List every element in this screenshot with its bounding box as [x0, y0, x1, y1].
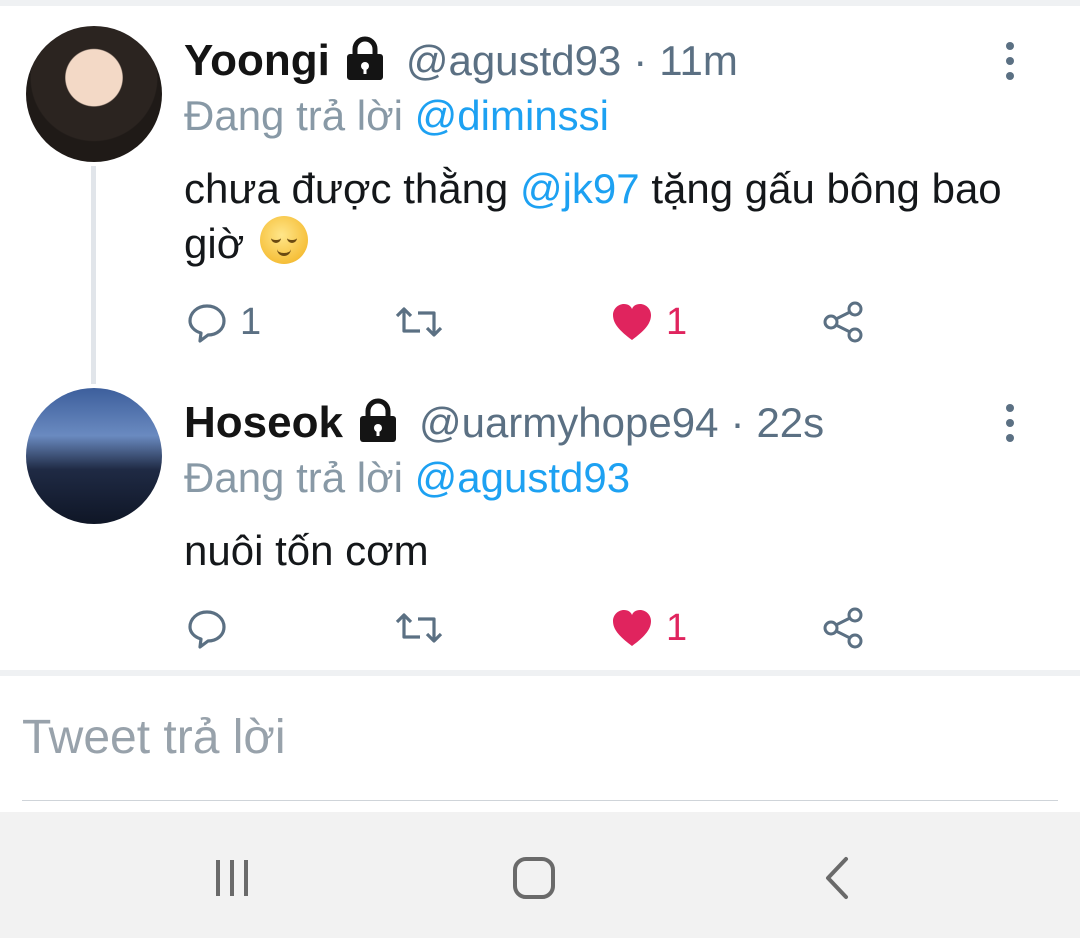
tweet-text: chưa được thằng @jk97 tặng gấu bông bao …: [184, 162, 1044, 271]
replying-to-mention[interactable]: @agustd93: [415, 454, 630, 501]
replying-to-mention[interactable]: @diminssi: [415, 92, 609, 139]
like-count: 1: [666, 606, 688, 649]
reply-button[interactable]: 1: [186, 292, 261, 352]
separator: ·: [730, 399, 745, 446]
tweet-header: Yoongi @agustd93 · 11m: [184, 31, 738, 91]
tweet-header: Hoseok @uarmyhope94 · 22s: [184, 393, 824, 453]
reply-count: 1: [240, 300, 262, 343]
share-button[interactable]: [822, 598, 866, 658]
tweet-actions: 1: [184, 598, 884, 658]
share-icon: [823, 301, 863, 343]
retweet-button[interactable]: [394, 598, 456, 658]
separator: ·: [633, 37, 648, 84]
tweet-text-mention[interactable]: @jk97: [520, 165, 640, 212]
recent-apps-button[interactable]: [202, 850, 262, 906]
home-button[interactable]: [504, 850, 564, 906]
top-divider: [0, 0, 1080, 6]
like-button[interactable]: 1: [610, 598, 687, 658]
heart-icon: [613, 610, 651, 646]
reply-icon: [188, 610, 226, 649]
avatar[interactable]: [26, 26, 162, 162]
replying-to-label: Đang trả lời: [184, 454, 403, 501]
system-navigation-bar: [0, 812, 1080, 938]
replying-to-label: Đang trả lời: [184, 92, 403, 139]
reply-icon: [188, 304, 226, 343]
handle[interactable]: @uarmyhope94: [419, 399, 718, 447]
like-count: 1: [666, 300, 688, 343]
handle[interactable]: @agustd93: [406, 37, 621, 85]
timestamp[interactable]: 22s: [756, 399, 824, 447]
display-name[interactable]: Hoseok: [184, 398, 343, 448]
heart-icon: [613, 304, 651, 340]
share-button[interactable]: [822, 292, 866, 352]
retweet-icon: [395, 307, 443, 337]
back-button[interactable]: [808, 850, 868, 906]
more-options-icon[interactable]: [1000, 42, 1020, 80]
more-options-icon[interactable]: [1000, 404, 1020, 442]
lock-icon: [342, 36, 388, 87]
home-icon: [513, 857, 555, 899]
avatar[interactable]: [26, 388, 162, 524]
lock-icon: [355, 398, 401, 449]
retweet-icon: [395, 613, 443, 643]
like-button[interactable]: 1: [610, 292, 687, 352]
display-name[interactable]: Yoongi: [184, 36, 330, 86]
recent-apps-icon: [216, 860, 248, 896]
reply-tweet-input[interactable]: Tweet trả lời: [22, 702, 1058, 801]
tweet-text: nuôi tốn cơm: [184, 527, 429, 574]
tweet-actions: 1 1: [184, 292, 884, 352]
share-icon: [823, 607, 863, 649]
thread-line: [91, 166, 96, 384]
back-icon: [826, 857, 848, 899]
tweet-text-part: chưa được thằng: [184, 165, 509, 212]
replying-to: Đang trả lời @diminssi: [184, 92, 609, 140]
retweet-button[interactable]: [394, 292, 456, 352]
section-divider: [0, 670, 1080, 676]
timestamp[interactable]: 11m: [659, 37, 738, 85]
replying-to: Đang trả lời @agustd93: [184, 454, 630, 502]
reply-button[interactable]: [186, 598, 240, 658]
relieved-face-emoji: [259, 216, 308, 264]
